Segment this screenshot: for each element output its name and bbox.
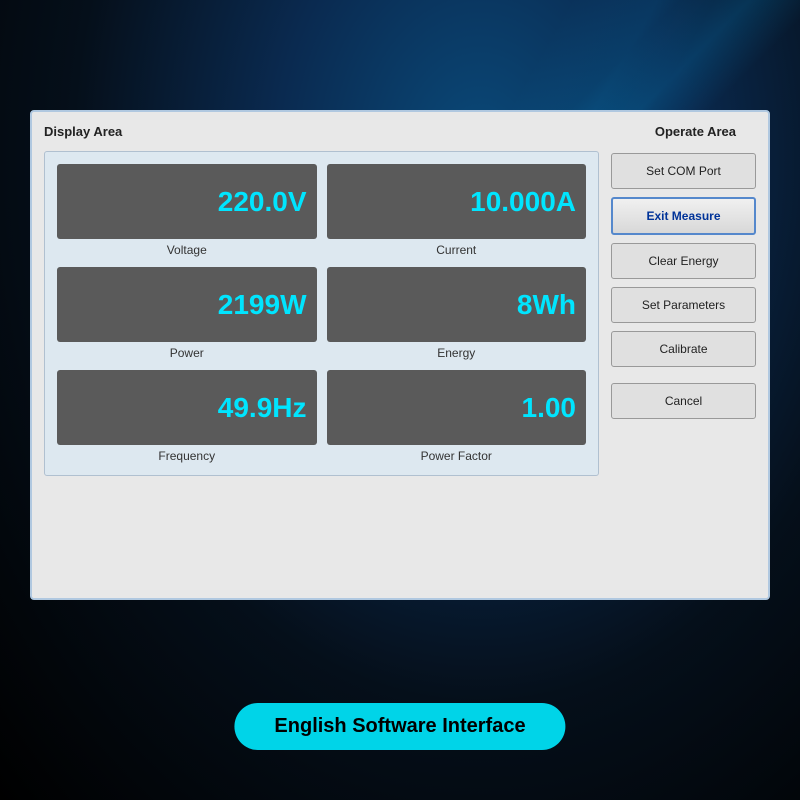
energy-label: Energy [437,346,475,360]
display-panel: 220.0V Voltage 10.000A Current 2199W [44,151,599,476]
metric-display-current: 10.000A [327,164,587,239]
metric-display-voltage: 220.0V [57,164,317,239]
clear-energy-button[interactable]: Clear Energy [611,243,756,279]
window-header: Display Area Operate Area [44,124,756,141]
power-label: Power [170,346,204,360]
metric-display-power: 2199W [57,267,317,342]
set-parameters-button[interactable]: Set Parameters [611,287,756,323]
software-badge: English Software Interface [234,703,565,750]
operate-area-label: Operate Area [655,124,736,139]
metric-display-frequency: 49.9Hz [57,370,317,445]
voltage-value: 220.0V [218,186,307,218]
display-area-label: Display Area [44,124,122,141]
metric-display-power-factor: 1.00 [327,370,587,445]
exit-measure-button[interactable]: Exit Measure [611,197,756,235]
metric-cell-energy: 8Wh Energy [327,267,587,360]
calibrate-button[interactable]: Calibrate [611,331,756,367]
energy-value: 8Wh [517,289,576,321]
power-value: 2199W [218,289,307,321]
frequency-value: 49.9Hz [218,392,307,424]
power-factor-value: 1.00 [522,392,577,424]
metric-cell-frequency: 49.9Hz Frequency [57,370,317,463]
current-value: 10.000A [470,186,576,218]
metric-cell-voltage: 220.0V Voltage [57,164,317,257]
metric-cell-power-factor: 1.00 Power Factor [327,370,587,463]
metrics-grid: 220.0V Voltage 10.000A Current 2199W [57,164,586,463]
frequency-label: Frequency [158,449,215,463]
main-window: Display Area Operate Area 220.0V Voltage… [30,110,770,600]
power-factor-label: Power Factor [421,449,492,463]
metric-cell-current: 10.000A Current [327,164,587,257]
content-area: 220.0V Voltage 10.000A Current 2199W [44,151,756,476]
current-label: Current [436,243,476,257]
cancel-button[interactable]: Cancel [611,383,756,419]
voltage-label: Voltage [167,243,207,257]
metric-display-energy: 8Wh [327,267,587,342]
metric-cell-power: 2199W Power [57,267,317,360]
operate-panel: Set COM Port Exit Measure Clear Energy S… [611,151,756,476]
set-com-port-button[interactable]: Set COM Port [611,153,756,189]
